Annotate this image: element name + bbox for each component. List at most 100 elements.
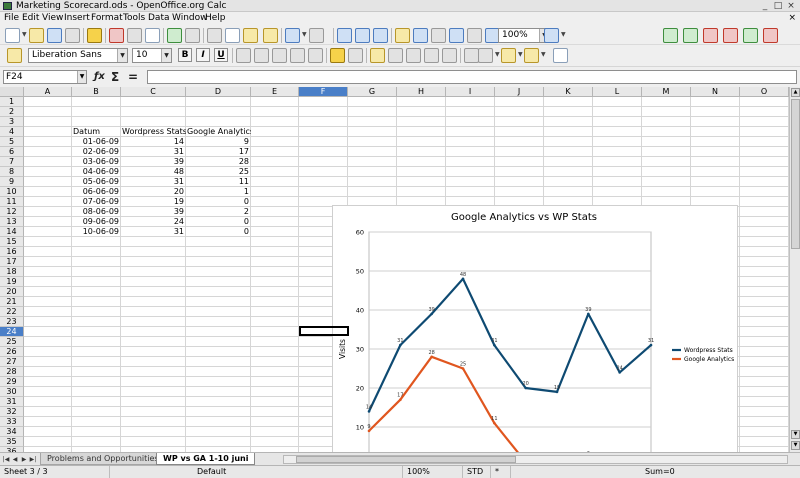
menu-view[interactable]: View (42, 12, 63, 25)
font-name-combo[interactable]: Liberation Sans ▼ (28, 48, 128, 63)
table-cell[interactable]: 0 (186, 217, 250, 227)
font-size-combo[interactable]: 10 ▼ (132, 48, 172, 63)
table-cell[interactable]: 04-06-09 (72, 167, 120, 177)
column-header[interactable]: B (72, 87, 121, 97)
cell-cursor[interactable] (299, 326, 349, 336)
spellcheck-icon[interactable] (167, 28, 182, 43)
scroll-up-icon[interactable]: ▲ (791, 88, 800, 97)
print-icon[interactable] (127, 28, 142, 43)
table-header-cell[interactable]: Google Analytics (186, 127, 251, 137)
bold-button[interactable]: B (178, 48, 192, 62)
help-icon[interactable] (544, 28, 559, 43)
align-right-icon[interactable] (272, 48, 287, 63)
row-header[interactable]: 23 (0, 317, 24, 327)
table-header-cell[interactable]: Wordpress Stats (121, 127, 186, 137)
row-header[interactable]: 3 (0, 117, 24, 127)
hyperlink-icon[interactable] (337, 28, 352, 43)
row-header[interactable]: 18 (0, 267, 24, 277)
row-header[interactable]: 10 (0, 187, 24, 197)
column-header[interactable]: E (251, 87, 299, 97)
gallery-icon[interactable] (467, 28, 482, 43)
row-header[interactable]: 31 (0, 397, 24, 407)
sort-ascending-icon[interactable] (355, 28, 370, 43)
email-icon[interactable] (65, 28, 80, 43)
borders-icon[interactable] (478, 48, 493, 63)
row-header[interactable]: 22 (0, 307, 24, 317)
row-header[interactable]: 9 (0, 177, 24, 187)
equals-icon[interactable]: = (128, 70, 138, 84)
table-cell[interactable]: 28 (186, 157, 250, 167)
chevron-down-icon[interactable]: ▼ (77, 71, 86, 83)
vertical-scrollbar[interactable]: ▲ ▼ ▼ (789, 87, 800, 452)
export-pdf-icon[interactable] (109, 28, 124, 43)
column-header[interactable]: G (348, 87, 397, 97)
table-cell[interactable]: 39 (121, 207, 185, 217)
row-header[interactable]: 21 (0, 297, 24, 307)
new-dropdown-icon[interactable]: ▼ (22, 31, 27, 38)
paste-icon[interactable] (243, 28, 258, 43)
scroll-bottom-icon[interactable]: ▼ (791, 441, 800, 450)
spreadsheet-grid[interactable]: A B C D E F G H I J K L M N O 1 2 3 4 5 6 7 8 9 10 11 12 13 14 15 16 17… (0, 87, 789, 452)
row-header[interactable]: 15 (0, 237, 24, 247)
align-center-icon[interactable] (254, 48, 269, 63)
borders-dropdown-icon[interactable]: ▼ (495, 51, 500, 58)
table-cell[interactable]: 07-06-09 (72, 197, 120, 207)
background-dropdown-icon[interactable]: ▼ (518, 51, 523, 58)
table-cell[interactable]: 20 (121, 187, 185, 197)
row-header[interactable]: 27 (0, 357, 24, 367)
page-preview-icon[interactable] (145, 28, 160, 43)
table-cell[interactable]: 10-06-09 (72, 227, 120, 237)
align-left-icon[interactable] (236, 48, 251, 63)
autospellcheck-icon[interactable] (185, 28, 200, 43)
row-header[interactable]: 32 (0, 407, 24, 417)
extension-icon-1[interactable] (663, 28, 678, 43)
save-icon[interactable] (47, 28, 62, 43)
add-decimal-icon[interactable] (424, 48, 439, 63)
italic-button[interactable]: I (196, 48, 210, 62)
row-header[interactable]: 17 (0, 257, 24, 267)
table-cell[interactable]: 05-06-09 (72, 177, 120, 187)
table-cell[interactable]: 31 (121, 177, 185, 187)
redo-icon[interactable] (309, 28, 324, 43)
selection-mode[interactable]: STD (463, 466, 491, 478)
column-header[interactable]: O (740, 87, 789, 97)
scroll-down-icon[interactable]: ▼ (791, 430, 800, 439)
menu-data[interactable]: Data (148, 12, 170, 25)
table-cell[interactable]: 25 (186, 167, 250, 177)
text-direction-ltr-icon[interactable] (330, 48, 345, 63)
table-cell[interactable]: 19 (121, 197, 185, 207)
formula-input[interactable] (147, 70, 797, 84)
draw-functions-icon[interactable] (413, 28, 428, 43)
zoom-indicator[interactable]: 100% (403, 466, 463, 478)
row-header[interactable]: 11 (0, 197, 24, 207)
table-cell[interactable]: 31 (121, 227, 185, 237)
menu-tools[interactable]: Tools (123, 12, 145, 25)
column-header[interactable]: F (299, 87, 348, 97)
last-sheet-icon[interactable]: ▶| (29, 455, 37, 464)
column-header[interactable]: C (121, 87, 186, 97)
clone-formatting-icon[interactable] (263, 28, 278, 43)
table-cell[interactable]: 24 (121, 217, 185, 227)
menu-insert[interactable]: Insert (64, 12, 90, 25)
cut-icon[interactable] (207, 28, 222, 43)
row-header[interactable]: 29 (0, 377, 24, 387)
sheet-tab-wp-vs-ga[interactable]: WP vs GA 1-10 juni (156, 453, 256, 465)
table-cell[interactable]: 08-06-09 (72, 207, 120, 217)
copy-icon[interactable] (225, 28, 240, 43)
find-replace-icon[interactable] (431, 28, 446, 43)
row-header[interactable]: 24 (0, 327, 24, 337)
toggle-toolbar-icon[interactable] (553, 48, 568, 63)
menu-format[interactable]: Format (91, 12, 123, 25)
column-header[interactable]: M (642, 87, 691, 97)
table-cell[interactable]: 2 (186, 207, 250, 217)
help-dropdown-icon[interactable]: ▼ (561, 31, 566, 38)
chevron-down-icon[interactable]: ▼ (117, 49, 127, 62)
standard-format-icon[interactable] (406, 48, 421, 63)
navigator-icon[interactable] (449, 28, 464, 43)
name-box[interactable]: F24 ▼ (3, 70, 87, 84)
extension-icon-3[interactable] (703, 28, 718, 43)
background-color-icon[interactable] (501, 48, 516, 63)
scroll-thumb[interactable] (791, 99, 800, 249)
sort-descending-icon[interactable] (373, 28, 388, 43)
row-header[interactable]: 35 (0, 437, 24, 447)
